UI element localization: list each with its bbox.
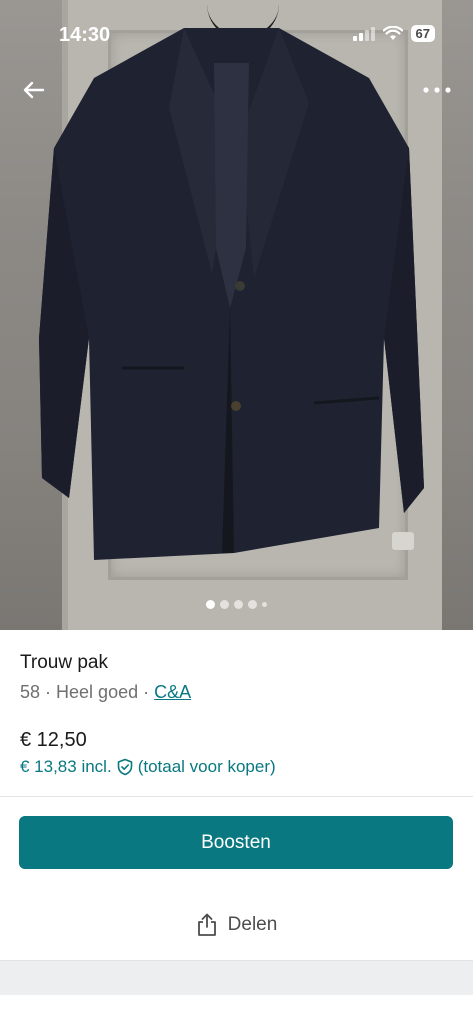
item-meta: 58 · Heel goed · C&A [20,682,191,703]
price-note: (totaal voor koper) [137,757,276,776]
share-button[interactable]: Delen [0,905,473,945]
boost-button[interactable]: Boosten [19,816,453,869]
back-button[interactable] [18,76,50,104]
footer-band [0,960,473,995]
wifi-icon [382,26,403,40]
carousel-dot[interactable] [248,600,257,609]
carousel-dot[interactable] [262,602,267,607]
back-arrow-icon [23,81,45,99]
signal-icon [352,26,375,41]
item-size: 58 [20,682,41,702]
price-incl-value: € 13,83 incl. [20,757,112,776]
item-details: Trouw pak 58 · Heel goed · C&A € 12,50 €… [0,630,473,797]
price-incl-link[interactable]: € 13,83 incl. (totaal voor koper) [20,757,276,777]
item-condition: Heel goed [56,682,139,702]
status-time: 14:30 [59,24,111,46]
divider [0,796,473,797]
meta-separator: · [138,682,155,702]
carousel-dot[interactable] [234,600,243,609]
more-options-icon [423,87,451,93]
carousel-indicator [0,600,473,609]
item-title: Trouw pak [20,652,108,673]
meta-separator: · [40,682,57,702]
carousel-dot[interactable] [206,600,215,609]
share-label: Delen [227,914,278,935]
item-brand-link[interactable]: C&A [154,682,191,702]
suit-jacket-image [39,28,424,560]
shield-check-icon [117,758,132,776]
share-icon [197,913,216,936]
more-options-button[interactable] [419,78,455,102]
battery-indicator: 67 [410,25,435,42]
item-photo[interactable]: 14:30 67 [0,0,473,630]
status-icons: 67 [352,25,435,42]
item-price: € 12,50 [20,729,87,751]
carousel-dot[interactable] [220,600,229,609]
